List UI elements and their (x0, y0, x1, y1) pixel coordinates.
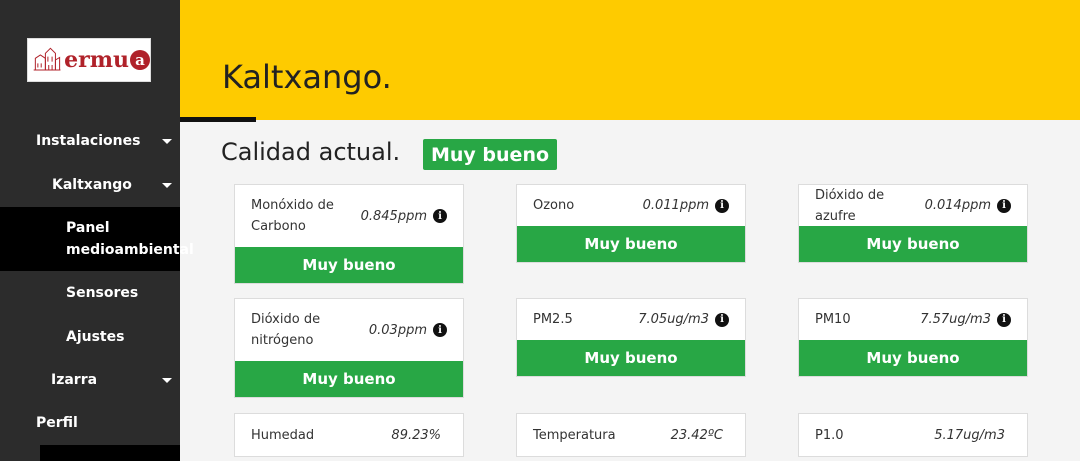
info-icon[interactable]: i (715, 198, 729, 213)
sensor-value: 7.57ug/m3 (920, 312, 991, 327)
sensor-label: Temperatura (533, 427, 616, 443)
sensor-value: 0.03ppm (368, 322, 427, 338)
sensor-label: Dióxido de azufre (815, 187, 885, 224)
logo-wordmark: ermu a (64, 47, 150, 73)
info-icon[interactable]: i (715, 312, 729, 327)
sensor-value: 23.42ºC (670, 427, 723, 443)
sensor-value: 89.23% (391, 427, 441, 443)
sensor-card-pm10: PM10 7.57ug/m3 i Muy bueno (798, 298, 1028, 377)
sensor-card-temperatura: Temperatura 23.42ºC (516, 413, 746, 457)
info-icon[interactable]: i (997, 312, 1011, 327)
info-icon[interactable]: i (997, 198, 1011, 213)
sensor-label: PM10 (815, 312, 851, 327)
sensor-card-humedad: Humedad 89.23% (234, 413, 464, 457)
overall-status-badge: Muy bueno (423, 139, 558, 170)
sensor-status: Muy bueno (235, 247, 463, 283)
sidebar-item-panel-medioambiental[interactable]: Panel medioambiental (0, 207, 194, 271)
caret-down-icon (162, 183, 172, 188)
sensor-label: PM2.5 (533, 312, 573, 327)
section-title: Calidad actual. (221, 138, 401, 166)
sensor-label: Humedad (251, 427, 315, 443)
page-title: Kaltxango. (222, 58, 392, 96)
sidebar-item-label: Ajustes (66, 329, 125, 345)
sidebar-footer-bar (40, 445, 180, 461)
sidebar-item-label: Sensores (66, 285, 139, 301)
sensor-value: 0.845ppm (360, 208, 427, 224)
sensor-card-ozono: Ozono 0.011ppm i Muy bueno (516, 184, 746, 263)
info-icon[interactable]: i (433, 323, 447, 337)
sensor-status: Muy bueno (235, 361, 463, 397)
sensor-card-no2: Dióxido de nitrógeno 0.03ppm i Muy bueno (234, 298, 464, 398)
sensor-value: 0.014ppm (924, 198, 991, 213)
sensor-status: Muy bueno (799, 340, 1027, 376)
sensor-card-pm25: PM2.5 7.05ug/m3 i Muy bueno (516, 298, 746, 377)
info-icon[interactable]: i (433, 209, 447, 223)
sensor-value: 5.17ug/m3 (934, 427, 1005, 443)
sensor-label: Monóxido de Carbono (251, 198, 334, 234)
sensor-label: Ozono (533, 198, 575, 213)
sensor-status: Muy bueno (517, 226, 745, 262)
sensor-status: Muy bueno (799, 226, 1027, 262)
sensor-value: 7.05ug/m3 (638, 312, 709, 327)
title-underline (180, 117, 256, 122)
page-header: Kaltxango. (180, 0, 1080, 120)
sensor-card-p10: P1.0 5.17ug/m3 (798, 413, 1028, 457)
sidebar-item-label: Perfil (36, 415, 78, 431)
ermua-logo[interactable]: ermu a (27, 38, 151, 82)
sidebar-item-izarra[interactable]: Izarra (0, 359, 180, 401)
sidebar-item-perfil[interactable]: Perfil (0, 402, 180, 444)
caret-down-icon (162, 378, 172, 383)
town-hall-logo-icon (33, 47, 61, 71)
sensor-status: Muy bueno (517, 340, 745, 376)
sidebar-item-kaltxango[interactable]: Kaltxango (0, 164, 180, 206)
sensor-label: Dióxido de nitrógeno (251, 312, 321, 348)
sidebar-item-label: Panel medioambiental (66, 220, 194, 258)
sidebar-item-label: Izarra (51, 372, 98, 388)
sidebar-item-ajustes[interactable]: Ajustes (0, 316, 180, 358)
sensor-card-co: Monóxido de Carbono 0.845ppm i Muy bueno (234, 184, 464, 284)
sidebar-item-label: Instalaciones (36, 133, 141, 149)
sidebar-item-instalaciones[interactable]: Instalaciones (0, 120, 180, 162)
sensor-label: P1.0 (815, 427, 844, 443)
caret-down-icon (162, 139, 172, 144)
sensor-value: 0.011ppm (642, 198, 709, 213)
sidebar-item-label: Kaltxango (52, 177, 132, 193)
sidebar: ermu a Instalaciones Kaltxango Panel medi… (0, 0, 194, 461)
sensor-card-so2: Dióxido de azufre 0.014ppm i Muy bueno (798, 184, 1028, 263)
sidebar-item-sensores[interactable]: Sensores (0, 272, 180, 314)
